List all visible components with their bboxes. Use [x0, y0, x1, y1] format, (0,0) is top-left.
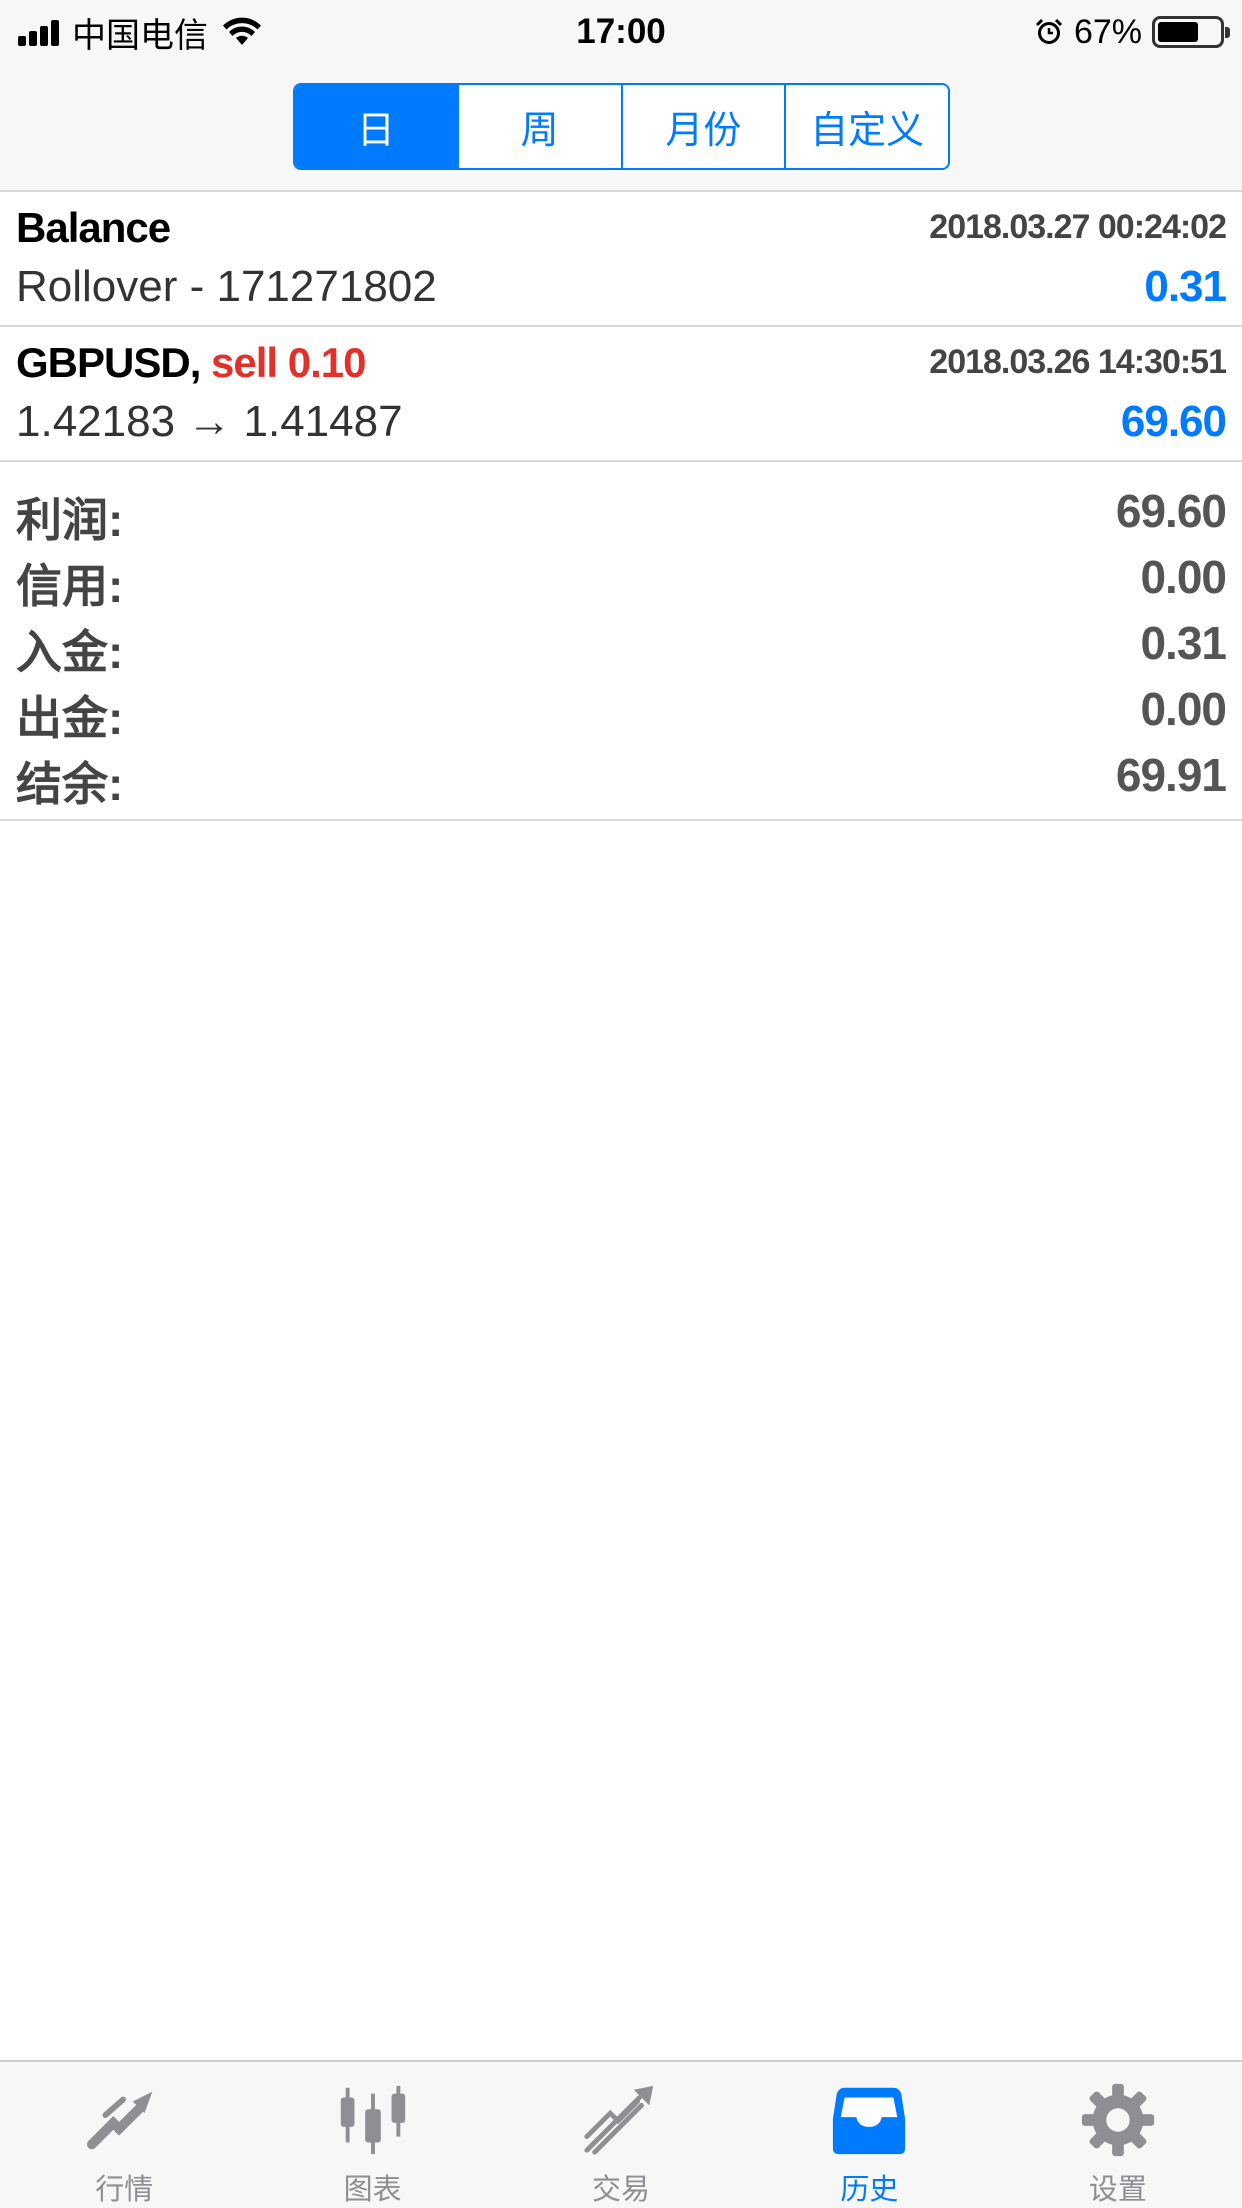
summary-label: 入金:: [16, 626, 124, 678]
tab-label: 行情: [95, 2174, 154, 2206]
period-tab-day[interactable]: 日: [295, 85, 459, 168]
period-selector-bar: 日 周 月份 自定义: [0, 64, 1242, 192]
summary-row-withdrawal: 出金: 0.00: [16, 678, 1227, 744]
status-left: 中国电信: [18, 10, 262, 55]
trade-icon: [584, 2085, 654, 2155]
wifi-icon: [223, 17, 261, 45]
summary-label: 出金:: [16, 692, 124, 744]
tab-label: 图表: [343, 2174, 402, 2206]
deal-time: 2018.03.27 00:24:02: [929, 208, 1227, 246]
cellular-signal-icon: [18, 18, 62, 46]
deal-row[interactable]: GBPUSD, sell 0.10 2018.03.26 14:30:51 1.…: [0, 327, 1242, 462]
period-tab-custom[interactable]: 自定义: [786, 85, 948, 168]
tab-trade[interactable]: 交易: [497, 2062, 745, 2208]
summary-row-credit: 信用: 0.00: [16, 546, 1227, 612]
summary-value: 0.31: [1140, 617, 1227, 669]
deal-side-volume: sell 0.10: [211, 339, 366, 386]
deal-time: 2018.03.26 14:30:51: [929, 343, 1227, 381]
battery-icon: [1152, 16, 1230, 48]
summary-value: 69.60: [1115, 485, 1227, 537]
status-right: 67%: [1034, 10, 1230, 54]
summary-row-deposit: 入金: 0.31: [16, 612, 1227, 678]
tab-chart[interactable]: 图表: [248, 2062, 496, 2208]
quotes-icon: [87, 2091, 153, 2150]
summary-row-balance: 结余: 69.91: [16, 744, 1227, 810]
summary-block: 利润: 69.60 信用: 0.00 入金: 0.31 出金: 0.00 结余:…: [0, 462, 1242, 821]
alarm-icon: [1035, 18, 1062, 44]
period-segmented-control: 日 周 月份 自定义: [293, 83, 950, 170]
tab-history[interactable]: 历史: [745, 2062, 993, 2208]
history-list: Balance 2018.03.27 00:24:02 Rollover - 1…: [0, 192, 1242, 821]
summary-value: 69.91: [1115, 749, 1227, 801]
tab-label: 设置: [1088, 2174, 1147, 2206]
deal-description: Rollover - 171271802: [16, 262, 437, 311]
summary-value: 0.00: [1140, 551, 1227, 603]
battery-level: [1158, 22, 1199, 42]
tab-label: 历史: [840, 2174, 899, 2206]
summary-label: 利润:: [16, 494, 124, 546]
summary-label: 结余:: [16, 758, 124, 810]
tab-settings[interactable]: 设置: [994, 2062, 1242, 2208]
tab-bar: 行情 图表 交易 历史 设置: [0, 2060, 1242, 2208]
deal-title: GBPUSD, sell 0.10: [16, 339, 367, 387]
summary-label: 信用:: [16, 560, 124, 612]
carrier-name: 中国电信: [72, 16, 208, 55]
tab-quotes[interactable]: 行情: [0, 2062, 248, 2208]
tab-label: 交易: [592, 2174, 651, 2206]
deal-amount: 0.31: [1144, 262, 1227, 311]
summary-value: 0.00: [1140, 683, 1227, 735]
gear-icon: [1081, 2083, 1154, 2157]
history-inbox-icon: [833, 2087, 906, 2155]
period-tab-week[interactable]: 周: [459, 85, 623, 168]
battery-percent: 67%: [1073, 12, 1142, 51]
deal-amount: 69.60: [1120, 397, 1227, 446]
summary-row-profit: 利润: 69.60: [16, 480, 1227, 546]
deal-description: 1.42183 → 1.41487: [16, 397, 403, 446]
deal-title: Balance: [16, 204, 171, 252]
status-bar: 中国电信 17:00 67%: [0, 0, 1242, 64]
deal-row[interactable]: Balance 2018.03.27 00:24:02 Rollover - 1…: [0, 192, 1242, 327]
deal-symbol: GBPUSD,: [16, 339, 201, 386]
chart-candles-icon: [340, 2085, 405, 2155]
period-tab-month[interactable]: 月份: [623, 85, 787, 168]
deal-symbol: Balance: [16, 204, 171, 251]
